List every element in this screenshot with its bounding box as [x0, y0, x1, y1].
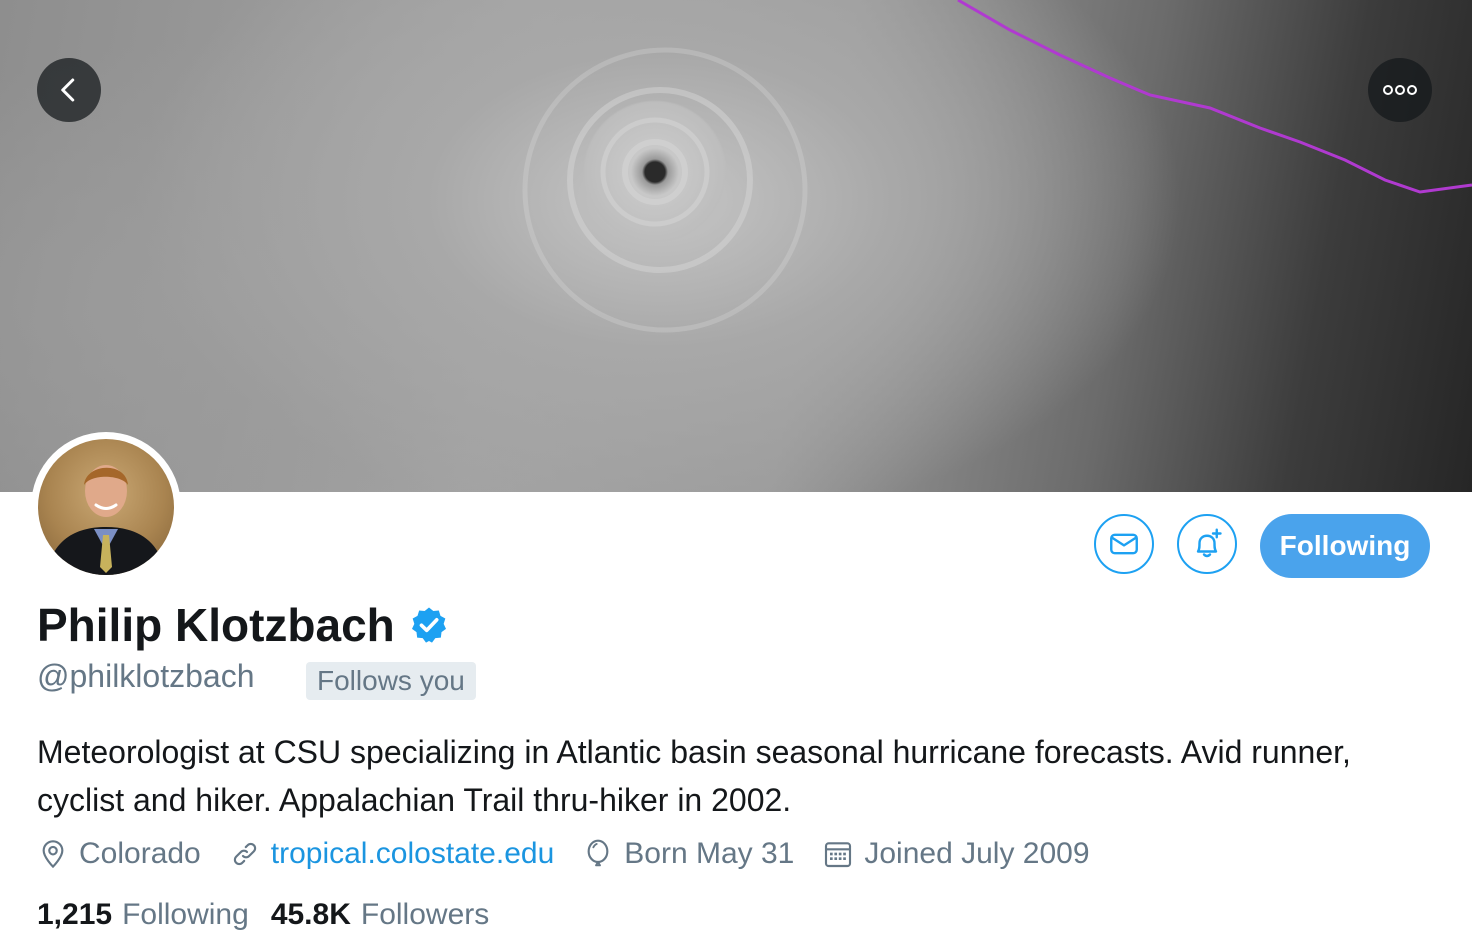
- following-count: 1,215: [37, 898, 113, 931]
- birthday-item: Born May 31: [582, 837, 794, 871]
- profile-stats: 1,215 Following 45.8K Followers: [37, 898, 511, 932]
- follows-you-badge: Follows you: [306, 662, 476, 700]
- more-button[interactable]: [1368, 58, 1432, 122]
- balloon-icon: [587, 839, 609, 867]
- profile-name: Philip Klotzbach: [37, 599, 395, 651]
- envelope-icon: [1110, 533, 1138, 555]
- joined-text: Joined July 2009: [864, 837, 1090, 870]
- following-label: Following: [122, 898, 249, 931]
- message-button[interactable]: [1094, 514, 1154, 574]
- verified-badge-icon: [409, 605, 449, 645]
- more-icon: [1383, 85, 1417, 95]
- location-pin-icon: [42, 840, 64, 869]
- following-button[interactable]: Following: [1260, 514, 1430, 578]
- website-link[interactable]: tropical.colostate.edu: [271, 837, 555, 871]
- link-icon: [233, 842, 256, 866]
- profile-handle: @philklotzbach: [37, 658, 255, 694]
- followers-label: Followers: [360, 898, 490, 931]
- profile-meta: Colorado tropical.colostate.edu Born May…: [37, 834, 1118, 874]
- person-portrait-icon: [46, 465, 166, 575]
- header-banner-image[interactable]: [0, 0, 1472, 492]
- following-stat[interactable]: 1,215 Following: [37, 898, 249, 932]
- calendar-icon: [825, 842, 852, 868]
- hurricane-satellite-graphic: [522, 0, 1472, 333]
- joined-item: Joined July 2009: [822, 837, 1090, 871]
- avatar-photo: [38, 439, 174, 575]
- bell-plus-icon: [1196, 528, 1222, 558]
- website-item[interactable]: tropical.colostate.edu: [229, 837, 555, 871]
- avatar[interactable]: [31, 432, 181, 582]
- location-item: Colorado: [37, 837, 201, 871]
- location-text: Colorado: [79, 837, 201, 870]
- chevron-left-icon: [61, 78, 75, 102]
- birthday-text: Born May 31: [624, 837, 795, 870]
- profile-bio: Meteorologist at CSU specializing in Atl…: [37, 734, 1351, 818]
- followers-stat[interactable]: 45.8K Followers: [271, 898, 489, 932]
- profile-name-row: Philip Klotzbach: [37, 598, 449, 652]
- notifications-button[interactable]: [1177, 514, 1237, 574]
- followers-count: 45.8K: [270, 898, 351, 931]
- back-button[interactable]: [37, 58, 101, 122]
